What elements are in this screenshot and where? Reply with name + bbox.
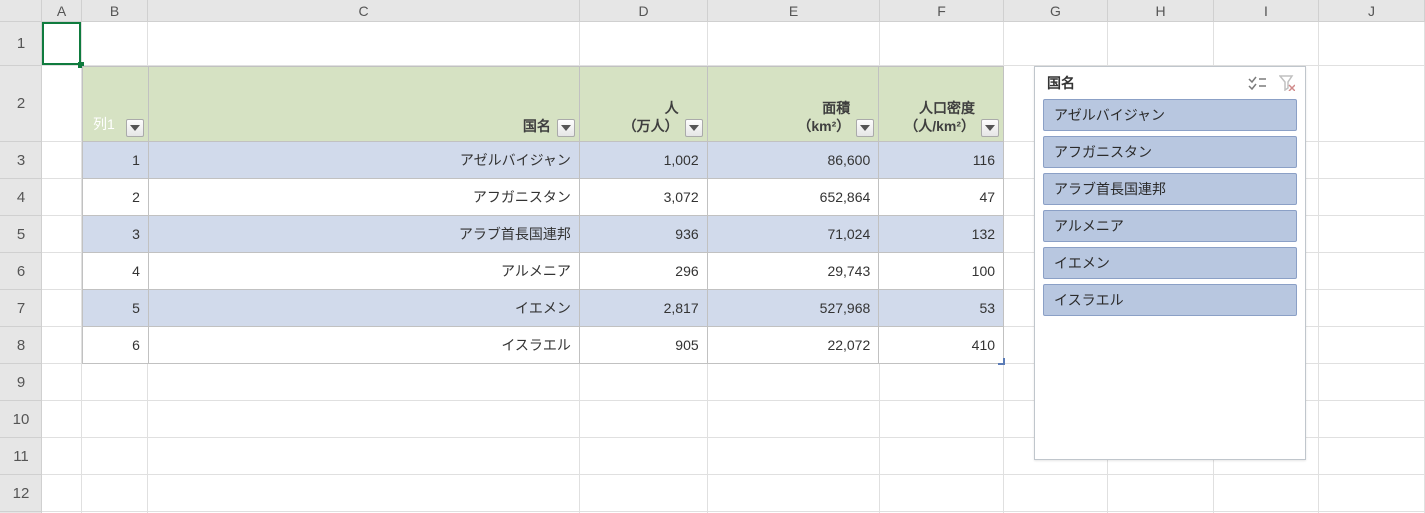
table-header-cell: 人 （万人） — [580, 67, 708, 141]
row-header-5[interactable]: 5 — [0, 216, 42, 253]
table-cell[interactable]: アゼルバイジャン — [149, 142, 580, 178]
row-header-7[interactable]: 7 — [0, 290, 42, 327]
table-cell[interactable]: アフガニスタン — [149, 179, 580, 215]
slicer-body: アゼルバイジャンアフガニスタンアラブ首長国連邦アルメニアイエメンイスラエル — [1035, 99, 1305, 324]
column-header-E[interactable]: E — [708, 0, 880, 22]
table-cell[interactable]: イスラエル — [149, 327, 580, 363]
slicer-item[interactable]: アゼルバイジャン — [1043, 99, 1297, 131]
table-row[interactable]: 6イスラエル90522,072410 — [82, 327, 1004, 364]
table-header-row: 列1国名人 （万人）面積 （km²）人口密度 （人/km²） — [82, 66, 1004, 142]
spreadsheet-grid: 列1国名人 （万人）面積 （km²）人口密度 （人/km²）1アゼルバイジャン1… — [0, 0, 1425, 513]
table-cell[interactable]: 527,968 — [708, 290, 880, 326]
table-row[interactable]: 1アゼルバイジャン1,00286,600116 — [82, 142, 1004, 179]
table-header-cell: 国名 — [149, 67, 580, 141]
table-cell[interactable]: 100 — [879, 253, 1003, 289]
column-header-D[interactable]: D — [580, 0, 708, 22]
table-header-label: 面積 （km²） — [708, 95, 879, 141]
slicer-item[interactable]: アルメニア — [1043, 210, 1297, 242]
cell-area[interactable]: 列1国名人 （万人）面積 （km²）人口密度 （人/km²）1アゼルバイジャン1… — [42, 22, 1425, 513]
slicer-item[interactable]: イエメン — [1043, 247, 1297, 279]
table-cell[interactable]: 6 — [83, 327, 149, 363]
row-header-11[interactable]: 11 — [0, 438, 42, 475]
table-cell[interactable]: 936 — [580, 216, 708, 252]
table-row[interactable]: 3アラブ首長国連邦93671,024132 — [82, 216, 1004, 253]
row-header-2[interactable]: 2 — [0, 66, 42, 142]
table-header-cell: 人口密度 （人/km²） — [879, 67, 1003, 141]
table-cell[interactable]: 132 — [879, 216, 1003, 252]
column-header-B[interactable]: B — [82, 0, 148, 22]
table-cell[interactable]: 29,743 — [708, 253, 880, 289]
table-cell[interactable]: 1,002 — [580, 142, 708, 178]
table-header-cell: 列1 — [83, 67, 149, 141]
table-header-label: 国名 — [149, 113, 579, 141]
table-cell[interactable]: アルメニア — [149, 253, 580, 289]
slicer-item[interactable]: アフガニスタン — [1043, 136, 1297, 168]
select-all-corner[interactable] — [0, 0, 42, 22]
table-header-cell: 面積 （km²） — [708, 67, 880, 141]
table-cell[interactable]: 5 — [83, 290, 149, 326]
row-header-3[interactable]: 3 — [0, 142, 42, 179]
table-cell[interactable]: 905 — [580, 327, 708, 363]
column-header-F[interactable]: F — [880, 0, 1004, 22]
slicer-title: 国名 — [1047, 73, 1247, 93]
row-header-1[interactable]: 1 — [0, 22, 42, 66]
table-cell[interactable]: 3 — [83, 216, 149, 252]
column-header-H[interactable]: H — [1108, 0, 1214, 22]
slicer-panel[interactable]: 国名アゼルバイジャンアフガニスタンアラブ首長国連邦アルメニアイエメンイスラエル — [1034, 66, 1306, 460]
row-header-8[interactable]: 8 — [0, 327, 42, 364]
table-cell[interactable]: 652,864 — [708, 179, 880, 215]
column-header-G[interactable]: G — [1004, 0, 1108, 22]
table-cell[interactable]: 47 — [879, 179, 1003, 215]
column-header-row: ABCDEFGHIJ — [0, 0, 1425, 22]
table-cell[interactable]: 1 — [83, 142, 149, 178]
filter-dropdown-button[interactable] — [126, 119, 144, 137]
row-header-4[interactable]: 4 — [0, 179, 42, 216]
table-row[interactable]: 2アフガニスタン3,072652,86447 — [82, 179, 1004, 216]
filter-dropdown-button[interactable] — [981, 119, 999, 137]
clear-filter-icon[interactable] — [1277, 73, 1297, 93]
column-header-A[interactable]: A — [42, 0, 82, 22]
table-cell[interactable]: イエメン — [149, 290, 580, 326]
multi-select-icon[interactable] — [1247, 73, 1267, 93]
slicer-header: 国名 — [1035, 67, 1305, 99]
column-header-J[interactable]: J — [1319, 0, 1425, 22]
table-cell[interactable]: 2 — [83, 179, 149, 215]
filter-dropdown-button[interactable] — [685, 119, 703, 137]
table-resize-handle[interactable] — [998, 358, 1005, 365]
slicer-item[interactable]: アラブ首長国連邦 — [1043, 173, 1297, 205]
row-header-9[interactable]: 9 — [0, 364, 42, 401]
row-header-10[interactable]: 10 — [0, 401, 42, 438]
table-cell[interactable]: 410 — [879, 327, 1003, 363]
row-header-12[interactable]: 12 — [0, 475, 42, 512]
table-cell[interactable]: アラブ首長国連邦 — [149, 216, 580, 252]
table-cell[interactable]: 71,024 — [708, 216, 880, 252]
active-cell-A1[interactable] — [42, 22, 81, 65]
table-cell[interactable]: 86,600 — [708, 142, 880, 178]
row-header-6[interactable]: 6 — [0, 253, 42, 290]
slicer-item[interactable]: イスラエル — [1043, 284, 1297, 316]
filter-dropdown-button[interactable] — [856, 119, 874, 137]
table-cell[interactable]: 296 — [580, 253, 708, 289]
table-row[interactable]: 5イエメン2,817527,96853 — [82, 290, 1004, 327]
table-cell[interactable]: 116 — [879, 142, 1003, 178]
table-cell[interactable]: 53 — [879, 290, 1003, 326]
table-cell[interactable]: 2,817 — [580, 290, 708, 326]
table-row[interactable]: 4アルメニア29629,743100 — [82, 253, 1004, 290]
table-cell[interactable]: 3,072 — [580, 179, 708, 215]
column-header-C[interactable]: C — [148, 0, 580, 22]
filter-dropdown-button[interactable] — [557, 119, 575, 137]
row-header-col: 123456789101112 — [0, 0, 42, 513]
column-header-I[interactable]: I — [1214, 0, 1319, 22]
table-cell[interactable]: 4 — [83, 253, 149, 289]
table-cell[interactable]: 22,072 — [708, 327, 880, 363]
